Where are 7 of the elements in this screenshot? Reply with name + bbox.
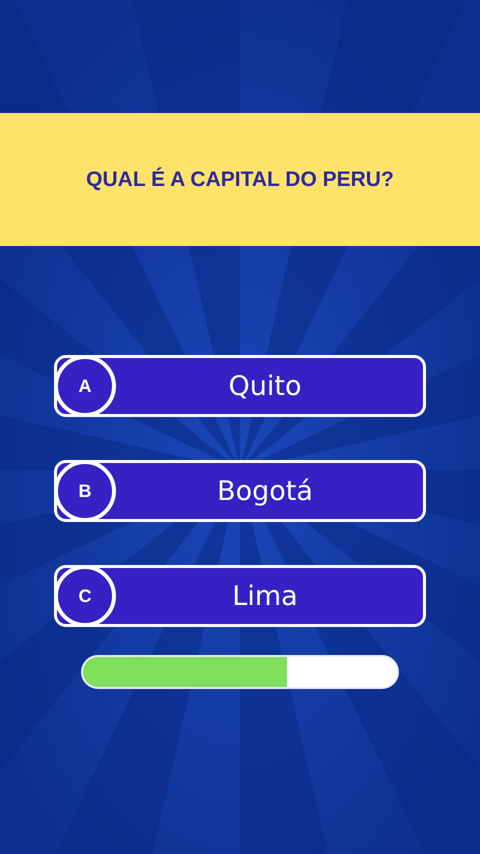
answer-option[interactable]: A Quito — [54, 355, 426, 417]
answer-option[interactable]: B Bogotá — [54, 460, 426, 522]
option-letter: B — [54, 460, 116, 522]
answer-option[interactable]: C Lima — [54, 565, 426, 627]
option-letter: A — [54, 355, 116, 417]
question-text: QUAL É A CAPITAL DO PERU? — [86, 168, 394, 192]
option-letter: C — [54, 565, 116, 627]
